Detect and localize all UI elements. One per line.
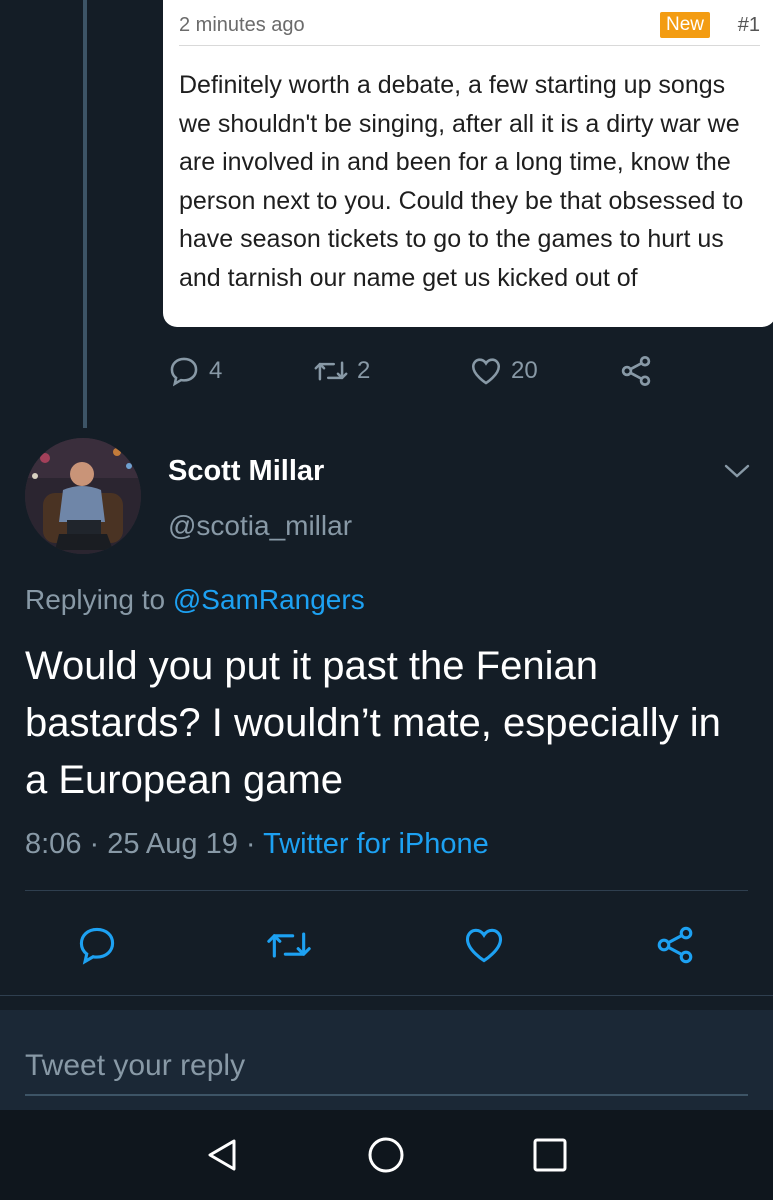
retweet-button[interactable] [265,920,313,970]
new-badge: New [659,12,710,38]
reply-icon [170,357,198,387]
thread-connector-line [83,0,87,428]
avatar[interactable] [25,438,141,554]
share-icon [621,356,651,386]
quoted-screenshot-card: 2 minutes ago New #1 Definitely worth a … [163,0,773,327]
reply-icon [79,927,115,965]
author-handle[interactable]: @scotia_millar [168,510,352,542]
nav-home-button[interactable] [366,1135,406,1175]
nav-back-button[interactable] [202,1135,242,1175]
avatar-photo [25,438,141,554]
reply-input[interactable] [25,1038,748,1096]
system-nav-bar [0,1110,773,1200]
heart-icon [471,358,501,385]
divider [25,890,748,891]
like-action[interactable]: 20 [469,350,538,392]
replying-handle-link[interactable]: @SamRangers [173,584,365,615]
retweet-icon [267,932,311,958]
tweet-text: Would you put it past the Fenian bastard… [25,644,721,802]
circle-home-icon [368,1137,404,1173]
reply-count: 4 [209,357,223,384]
tweet-meta: 8:06 · 25 Aug 19 · Twitter for iPhone [25,828,489,861]
author-name[interactable]: Scott Millar [168,455,324,488]
reply-button[interactable] [75,920,119,970]
share-action[interactable] [618,350,654,392]
tweet-timestamp: 8:06 · 25 Aug 19 · [25,828,264,860]
divider [0,995,773,996]
card-body-text: Definitely worth a debate, a few startin… [179,71,744,292]
nav-recents-button[interactable] [530,1135,570,1175]
triangle-back-icon [208,1139,236,1171]
retweet-count: 2 [357,357,371,384]
tweet-menu-button[interactable] [722,460,752,482]
share-button[interactable] [653,920,697,970]
tweet-source-link[interactable]: Twitter for iPhone [263,828,489,860]
tweet-actions [0,920,773,970]
like-count: 20 [511,357,538,384]
card-timestamp: 2 minutes ago [179,14,305,36]
reply-action[interactable]: 4 [167,350,222,392]
card-header: 2 minutes ago New #1 [179,0,760,46]
chevron-down-icon [724,464,750,478]
retweet-icon [314,361,348,381]
replying-to: Replying to @SamRangers [25,584,365,616]
share-icon [657,926,693,964]
square-recents-icon [533,1138,567,1172]
post-number: #1 [737,14,760,36]
heart-icon [465,928,503,963]
replying-prefix: Replying to [25,584,173,615]
retweet-action[interactable]: 2 [313,350,370,392]
like-button[interactable] [462,920,506,970]
quoted-tweet-actions: 4 2 20 [163,350,683,392]
